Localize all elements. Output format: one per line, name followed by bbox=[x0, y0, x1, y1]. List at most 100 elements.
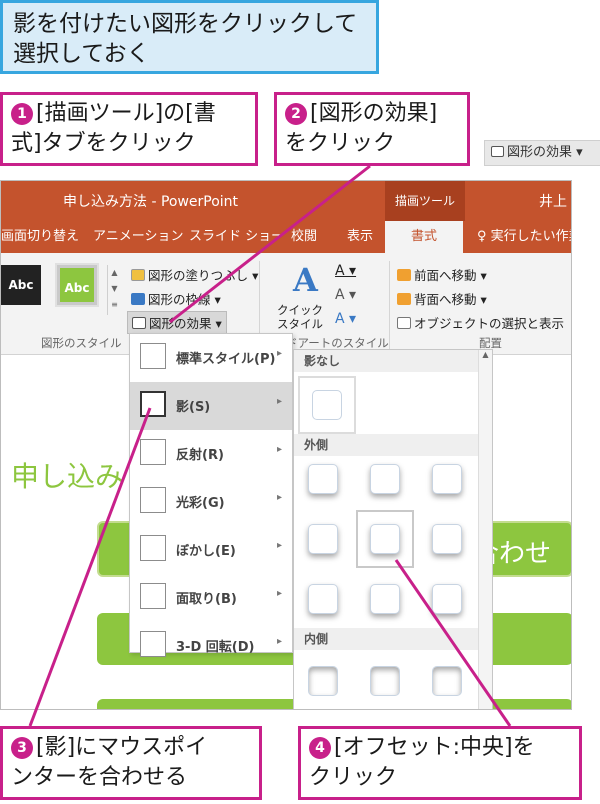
paint-bucket-icon bbox=[131, 269, 145, 281]
step-3-badge: 3 bbox=[11, 737, 33, 759]
shadow-none[interactable] bbox=[312, 390, 342, 420]
shadow-outer-top[interactable] bbox=[370, 464, 400, 494]
chevron-right-icon: ▸ bbox=[276, 540, 282, 551]
gallery-scroll[interactable]: ▲ ▼ ≡ bbox=[107, 265, 121, 315]
group-shape-styles-label: 図形のスタイル bbox=[41, 336, 122, 350]
tab-slideshow[interactable]: スライド ショー bbox=[189, 221, 284, 253]
title-bar: 申し込み方法 - PowerPoint 描画ツール 井上 bbox=[1, 181, 571, 221]
shadow-icon bbox=[140, 391, 166, 417]
step-2-badge: 2 bbox=[285, 103, 307, 125]
shadow-inner-2[interactable] bbox=[370, 666, 400, 696]
chevron-right-icon: ▸ bbox=[276, 348, 282, 359]
selection-pane-button[interactable]: オブジェクトの選択と表示 bbox=[397, 313, 564, 332]
text-outline-icon[interactable]: A ▾ bbox=[335, 287, 356, 303]
menu-item-3d-rotation[interactable]: 3-D 回転(D) ▸ bbox=[130, 622, 292, 670]
callout-step-3: 3 [影]にマウスポイ ンターを合わせる bbox=[0, 726, 262, 800]
quick-style-line-2: スタイル bbox=[277, 317, 323, 331]
shadow-outer-top-right[interactable] bbox=[432, 464, 462, 494]
shape-style-preset-dark[interactable]: Abc bbox=[1, 265, 41, 305]
drawing-tools-context-label: 描画ツール bbox=[385, 181, 465, 221]
shape-fill-button[interactable]: 図形の塗りつぶし ▾ bbox=[131, 265, 258, 284]
menu-item-label: 3-D 回転(D) bbox=[176, 640, 255, 655]
menu-item-bevel[interactable]: 面取り(B) ▸ bbox=[130, 574, 292, 622]
instruction-line-1: 影を付けたい図形をクリックして bbox=[13, 11, 358, 37]
chevron-right-icon: ▸ bbox=[276, 396, 282, 407]
wordart-a-icon: A bbox=[293, 261, 318, 299]
chevron-right-icon: ▸ bbox=[276, 492, 282, 503]
tab-transitions[interactable]: 画面切り替え bbox=[1, 221, 79, 253]
text-effect-icon[interactable]: A ▾ bbox=[335, 311, 356, 327]
gallery-header-outer: 外側 bbox=[294, 434, 478, 456]
tell-me-search[interactable]: ♀ 実行したい作業 bbox=[477, 221, 571, 253]
callout-step-1: 1 [描画ツール]の[書 式]タブをクリック bbox=[0, 92, 258, 166]
gallery-header-inner: 内側 bbox=[294, 628, 478, 650]
send-backward-button[interactable]: 背面へ移動 ▾ bbox=[397, 289, 487, 308]
shadow-outer-bottom-left[interactable] bbox=[308, 584, 338, 614]
callout-3-line-1: [影]にマウスポイ bbox=[36, 735, 208, 760]
callout-1-line-2: 式]タブをクリック bbox=[11, 131, 196, 156]
tab-view[interactable]: 表示 bbox=[347, 221, 373, 253]
instruction-note: 影を付けたい図形をクリックして 選択しておく bbox=[0, 0, 379, 74]
text-fill-icon[interactable]: A ▾ bbox=[335, 263, 356, 279]
menu-item-label: ぼかし(E) bbox=[176, 544, 236, 559]
shadow-outer-top-left[interactable] bbox=[308, 464, 338, 494]
user-name: 井上 bbox=[539, 194, 567, 210]
callout-2-line-2: をクリック bbox=[285, 131, 396, 156]
preset-icon bbox=[140, 343, 166, 369]
shape-effect-icon bbox=[132, 317, 146, 329]
3d-rotation-icon bbox=[140, 631, 166, 657]
shadow-inner-3[interactable] bbox=[432, 666, 462, 696]
bring-forward-icon bbox=[397, 269, 411, 281]
menu-item-label: 反射(R) bbox=[176, 448, 224, 463]
menu-item-soft-edges[interactable]: ぼかし(E) ▸ bbox=[130, 526, 292, 574]
chevron-right-icon: ▸ bbox=[276, 636, 282, 647]
shadow-outer-left[interactable] bbox=[308, 524, 338, 554]
chevron-right-icon: ▸ bbox=[276, 588, 282, 599]
tab-review[interactable]: 校閲 bbox=[291, 221, 317, 253]
send-backward-icon bbox=[397, 293, 411, 305]
callout-2-line-1: [図形の効果] bbox=[310, 101, 438, 126]
group-separator bbox=[389, 261, 390, 349]
reflection-icon bbox=[140, 439, 166, 465]
bring-forward-button[interactable]: 前面へ移動 ▾ bbox=[397, 265, 487, 284]
menu-item-reflection[interactable]: 反射(R) ▸ bbox=[130, 430, 292, 478]
selection-pane-label: オブジェクトの選択と表示 bbox=[414, 316, 565, 331]
callout-4-line-1: [オフセット:中央]を bbox=[334, 735, 535, 760]
quick-style-button[interactable]: クイック スタイル bbox=[277, 303, 323, 331]
menu-item-preset[interactable]: 標準スタイル(P) ▸ bbox=[130, 334, 292, 382]
shape-outline-button[interactable]: 図形の枠線 ▾ bbox=[131, 289, 221, 308]
menu-item-label: 光彩(G) bbox=[176, 496, 225, 511]
shadow-outer-offset-center[interactable] bbox=[370, 524, 400, 554]
soft-edges-icon bbox=[140, 535, 166, 561]
quick-style-line-1: クイック bbox=[277, 303, 323, 317]
callout-1-line-1: [描画ツール]の[書 bbox=[36, 101, 216, 126]
menu-item-glow[interactable]: 光彩(G) ▸ bbox=[130, 478, 292, 526]
shape-effect-button[interactable]: 図形の効果 ▾ bbox=[127, 311, 227, 334]
slide-title[interactable]: 申し込み bbox=[11, 455, 123, 495]
bring-forward-label: 前面へ移動 bbox=[414, 268, 477, 283]
gallery-scrollbar[interactable]: ▲ bbox=[478, 350, 492, 709]
tab-animations[interactable]: アニメーション bbox=[93, 221, 183, 253]
shape-style-preset-green[interactable]: Abc bbox=[57, 265, 97, 305]
shadow-gallery: 影なし 外側 内側 ▲ bbox=[293, 349, 493, 709]
shape-outline-label: 図形の枠線 bbox=[148, 292, 211, 307]
callout-3-line-2: ンターを合わせる bbox=[11, 765, 188, 790]
powerpoint-screenshot: 申し込み方法 - PowerPoint 描画ツール 井上 画面切り替え アニメー… bbox=[0, 180, 572, 710]
callout-step-2: 2 [図形の効果] をクリック bbox=[274, 92, 470, 166]
shape-effect-icon bbox=[491, 146, 504, 157]
shape-fill-label: 図形の塗りつぶし bbox=[148, 268, 249, 283]
menu-item-shadow[interactable]: 影(S) ▸ bbox=[130, 382, 292, 430]
shadow-inner-1[interactable] bbox=[308, 666, 338, 696]
ribbon-tabs: 画面切り替え アニメーション スライド ショー 校閲 表示 書式 ♀ 実行したい… bbox=[1, 221, 571, 253]
shape-effect-chip: 図形の効果 ▾ bbox=[484, 140, 600, 166]
shadow-outer-bottom[interactable] bbox=[370, 584, 400, 614]
tab-format[interactable]: 書式 bbox=[385, 221, 463, 253]
shadow-outer-right[interactable] bbox=[432, 524, 462, 554]
step-4-badge: 4 bbox=[309, 737, 331, 759]
window-title: 申し込み方法 - PowerPoint bbox=[63, 194, 239, 210]
shape-effect-chip-label: 図形の効果 bbox=[507, 145, 573, 160]
glow-icon bbox=[140, 487, 166, 513]
callout-4-line-2: クリック bbox=[309, 765, 398, 790]
shadow-outer-bottom-right[interactable] bbox=[432, 584, 462, 614]
chevron-down-icon: ▾ bbox=[576, 145, 583, 160]
